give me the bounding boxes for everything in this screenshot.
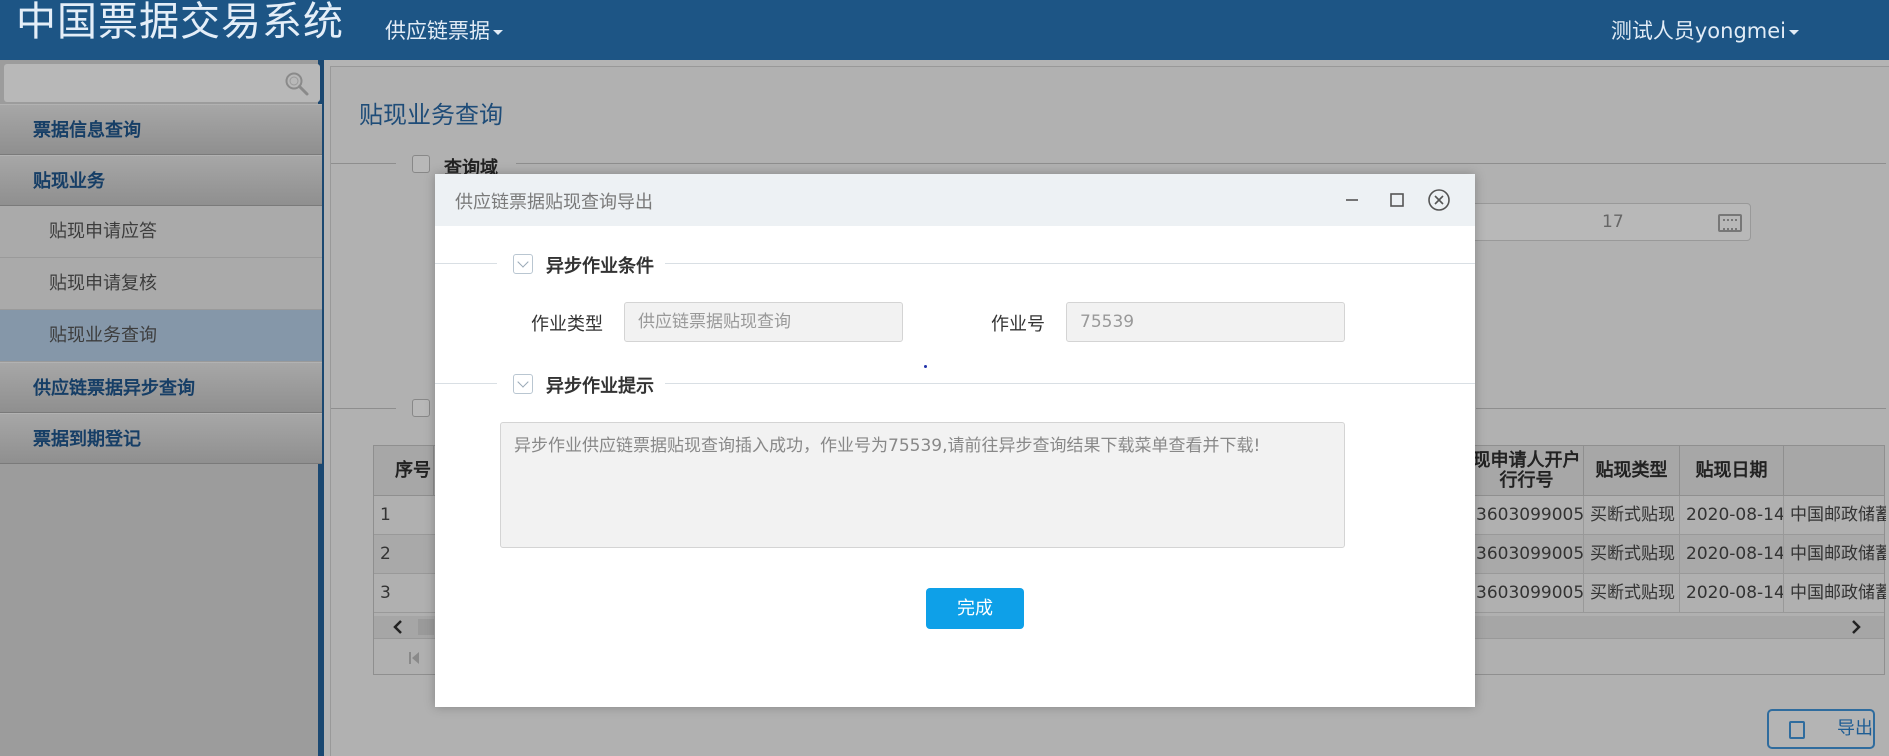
chevron-right-icon[interactable] xyxy=(1850,620,1862,634)
fieldset-divider xyxy=(435,383,497,384)
job-no-field[interactable]: 75539 xyxy=(1066,302,1345,342)
app-title: 中国票据交易系统 xyxy=(16,0,344,45)
sidebar-item-discount-apply-answer[interactable]: 贴现申请应答 xyxy=(0,206,322,258)
close-icon[interactable] xyxy=(1427,188,1451,212)
sidebar-search-input[interactable] xyxy=(4,64,320,102)
export-button[interactable]: 导出 xyxy=(1767,709,1875,749)
fieldset-divider xyxy=(665,383,1475,384)
cell-acct-bank: 3603099005 xyxy=(1470,574,1584,613)
stray-dot xyxy=(924,365,927,368)
scrollbar-thumb[interactable] xyxy=(418,619,434,635)
sidebar-item-discount-apply-review[interactable]: 贴现申请复核 xyxy=(0,258,322,310)
job-type-value: 供应链票据贴现查询 xyxy=(638,312,791,332)
sidebar-item-bill-info-query[interactable]: 票据信息查询 xyxy=(0,104,322,155)
minimize-icon[interactable] xyxy=(1340,188,1364,212)
dialog-title: 供应链票据贴现查询导出 xyxy=(455,192,653,213)
cell-bank: 中国邮政储蓄 xyxy=(1790,544,1886,564)
sidebar-item-maturity-registration[interactable]: 票据到期登记 xyxy=(0,413,322,464)
cell-discount-type: 买断式贴现 xyxy=(1584,574,1680,613)
fieldset-divider xyxy=(435,263,497,264)
chevron-down-icon[interactable] xyxy=(412,399,430,417)
cell-discount-type: 买断式贴现 xyxy=(1584,535,1680,574)
cell-discount-date: 2020-08-14 xyxy=(1680,496,1784,535)
cell-bank: 中国邮政储蓄 xyxy=(1790,505,1886,525)
fieldset-divider xyxy=(331,163,396,164)
sidebar-nav: 票据信息查询 贴现业务 贴现申请应答 贴现申请复核 贴现业务查询 供应链票据异步… xyxy=(0,104,322,464)
cell-acct-bank: 3603099005 xyxy=(1470,535,1584,574)
dialog-header: 供应链票据贴现查询导出 xyxy=(435,174,1475,226)
chevron-left-icon[interactable] xyxy=(392,620,404,634)
cell-discount-type: 买断式贴现 xyxy=(1584,496,1680,535)
module-menu-dropdown[interactable]: 供应链票据 xyxy=(385,15,503,45)
maximize-icon[interactable] xyxy=(1385,188,1409,212)
sidebar: 票据信息查询 贴现业务 贴现申请应答 贴现申请复核 贴现业务查询 供应链票据异步… xyxy=(0,60,324,756)
job-type-label: 作业类型 xyxy=(531,314,603,335)
calendar-icon[interactable] xyxy=(1718,214,1742,232)
done-button[interactable]: 完成 xyxy=(926,588,1024,629)
cell-bank: 中国邮政储蓄 xyxy=(1790,583,1886,603)
chevron-down-icon[interactable] xyxy=(412,155,430,173)
first-page-icon[interactable] xyxy=(408,651,420,665)
cell-discount-date: 2020-08-14 xyxy=(1680,535,1784,574)
chevron-down-icon[interactable] xyxy=(513,254,533,274)
chevron-down-icon[interactable] xyxy=(513,374,533,394)
top-header: 中国票据交易系统 供应链票据 测试人员yongmei xyxy=(0,0,1889,60)
fieldset-divider xyxy=(516,163,1886,164)
sidebar-item-discount-business-query[interactable]: 贴现业务查询 xyxy=(0,310,322,362)
section-async-job-conditions: 异步作业条件 xyxy=(546,256,654,277)
message-textarea[interactable]: 异步作业供应链票据贴现查询插入成功，作业号为75539,请前往异步查询结果下载菜… xyxy=(500,422,1345,548)
fieldset-divider xyxy=(331,408,396,409)
column-header-discount-type: 贴现类型 xyxy=(1584,446,1680,496)
job-type-field[interactable]: 供应链票据贴现查询 xyxy=(624,302,903,342)
date-input[interactable]: 17 xyxy=(1461,203,1751,241)
column-header-acct-bank: 现申请人开户行行号 xyxy=(1470,446,1584,496)
job-no-value: 75539 xyxy=(1080,312,1135,332)
cell-seq: 1 xyxy=(380,505,391,525)
user-menu-dropdown[interactable]: 测试人员yongmei xyxy=(1611,15,1799,45)
export-dialog: 供应链票据贴现查询导出 异步作业条件 作业类型 供应链票据贴现查询 作业号 75… xyxy=(435,174,1475,707)
sidebar-item-discount-business[interactable]: 贴现业务 xyxy=(0,155,322,206)
cell-seq: 2 xyxy=(380,544,391,564)
cell-acct-bank: 3603099005 xyxy=(1470,496,1584,535)
user-name: 测试人员yongmei xyxy=(1610,19,1786,43)
column-header-seq: 序号 xyxy=(374,446,434,496)
caret-down-icon xyxy=(493,29,503,35)
cell-seq: 3 xyxy=(380,583,391,603)
section-async-job-hint: 异步作业提示 xyxy=(546,376,654,397)
search-icon[interactable] xyxy=(284,71,310,97)
column-header-discount-date: 贴现日期 xyxy=(1680,446,1784,496)
date-input-value: 17 xyxy=(1602,212,1624,232)
caret-down-icon xyxy=(1789,29,1799,35)
cell-discount-date: 2020-08-14 xyxy=(1680,574,1784,613)
page-title: 贴现业务查询 xyxy=(359,101,503,129)
job-no-label: 作业号 xyxy=(991,314,1045,335)
document-icon xyxy=(1789,721,1805,739)
export-button-label: 导出 xyxy=(1837,718,1873,739)
fieldset-divider xyxy=(665,263,1475,264)
fieldset-divider xyxy=(1476,408,1886,409)
sidebar-item-supply-chain-async-query[interactable]: 供应链票据异步查询 xyxy=(0,362,322,413)
module-menu-label: 供应链票据 xyxy=(385,19,490,43)
